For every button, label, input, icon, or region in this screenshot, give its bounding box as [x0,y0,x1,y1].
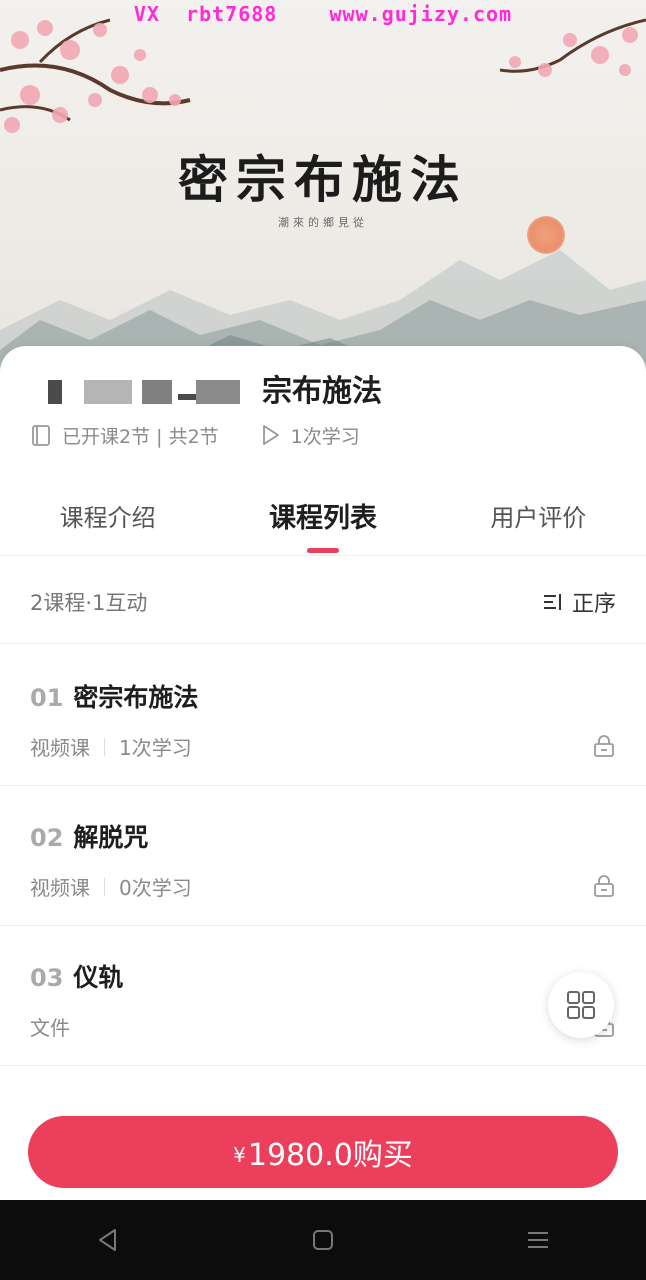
active-tab-indicator [306,548,339,553]
cover-title: 密宗布施法 [178,150,468,209]
course-progress: 已开课2节 | 共2节 [30,422,219,449]
lesson-meta: 视频课 0次学习 [30,872,192,901]
system-navigation-bar [0,1200,646,1280]
sort-icon [543,593,561,610]
lesson-title-row: 03 仪轨 [30,958,123,994]
nav-home-button[interactable] [293,1210,353,1270]
tab-label: 用户评价 [490,504,587,532]
lesson-number: 02 [30,824,64,852]
tab-bar: 课程介绍 课程列表 用户评价 [0,476,646,556]
currency-symbol: ¥ [233,1143,246,1167]
course-progress-text: 已开课2节 | 共2节 [62,425,219,448]
lesson-type: 视频课 [30,736,90,760]
list-summary: 2课程·1互动 [30,590,148,615]
divider [104,737,105,756]
tab-reviews[interactable]: 用户评价 [431,476,646,555]
study-count-text: 1次学习 [290,425,360,448]
course-study-count: 1次学习 [259,422,360,449]
lesson-number: 03 [30,964,64,992]
tab-label: 课程列表 [268,503,377,534]
buy-label: 1980.0购买 [247,1138,413,1173]
tab-label: 课程介绍 [59,504,156,532]
book-icon [32,425,50,446]
redacted-block [84,380,132,404]
back-triangle-icon [98,1229,116,1251]
course-cover: 密宗布施法 潮來的鄉見從 [0,0,646,380]
lesson-item[interactable]: 02 解脱咒 视频课 0次学习 [0,786,646,926]
tab-course-list[interactable]: 课程列表 [215,476,430,555]
lock-icon [594,735,614,757]
redacted-block [196,380,240,404]
nav-back-button[interactable] [78,1210,138,1270]
sort-button[interactable]: 正序 [542,586,616,618]
cover-subtitle: 潮來的鄉見從 [278,216,368,229]
lesson-meta: 文件 [30,1012,70,1041]
lesson-type: 文件 [30,1016,70,1040]
lesson-title-row: 02 解脱咒 [30,818,148,854]
lock-icon [594,875,614,897]
grid-icon [567,991,595,1019]
lesson-title: 密宗布施法 [73,683,199,712]
lesson-item[interactable]: 01 密宗布施法 视频课 1次学习 [0,646,646,786]
home-square-icon [312,1230,333,1250]
lesson-title: 仪轨 [73,963,124,992]
sort-label: 正序 [571,591,616,617]
divider [104,877,105,896]
play-icon [262,425,279,445]
lesson-study-count: 0次学习 [119,876,192,900]
list-header: 2课程·1互动 正序 [0,560,646,644]
lesson-title-row: 01 密宗布施法 [30,678,198,714]
redacted-block [142,380,172,404]
menu-lines-icon [528,1232,549,1248]
nav-menu-button[interactable] [508,1210,568,1270]
floating-menu-button[interactable] [548,972,614,1038]
buy-button[interactable]: ¥ 1980.0购买 [28,1116,618,1188]
redacted-block [178,394,196,400]
redacted-block [48,380,62,404]
course-title: 宗布施法 [262,374,382,409]
lesson-title: 解脱咒 [73,823,149,852]
lesson-type: 视频课 [30,876,90,900]
lesson-study-count: 1次学习 [119,736,192,760]
lesson-number: 01 [30,684,64,712]
tab-intro[interactable]: 课程介绍 [0,476,215,555]
lesson-meta: 视频课 1次学习 [30,732,192,761]
watermark-text: VX rbt7688 www.gujizy.com [133,2,513,26]
course-meta: 已开课2节 | 共2节 1次学习 [30,422,400,448]
